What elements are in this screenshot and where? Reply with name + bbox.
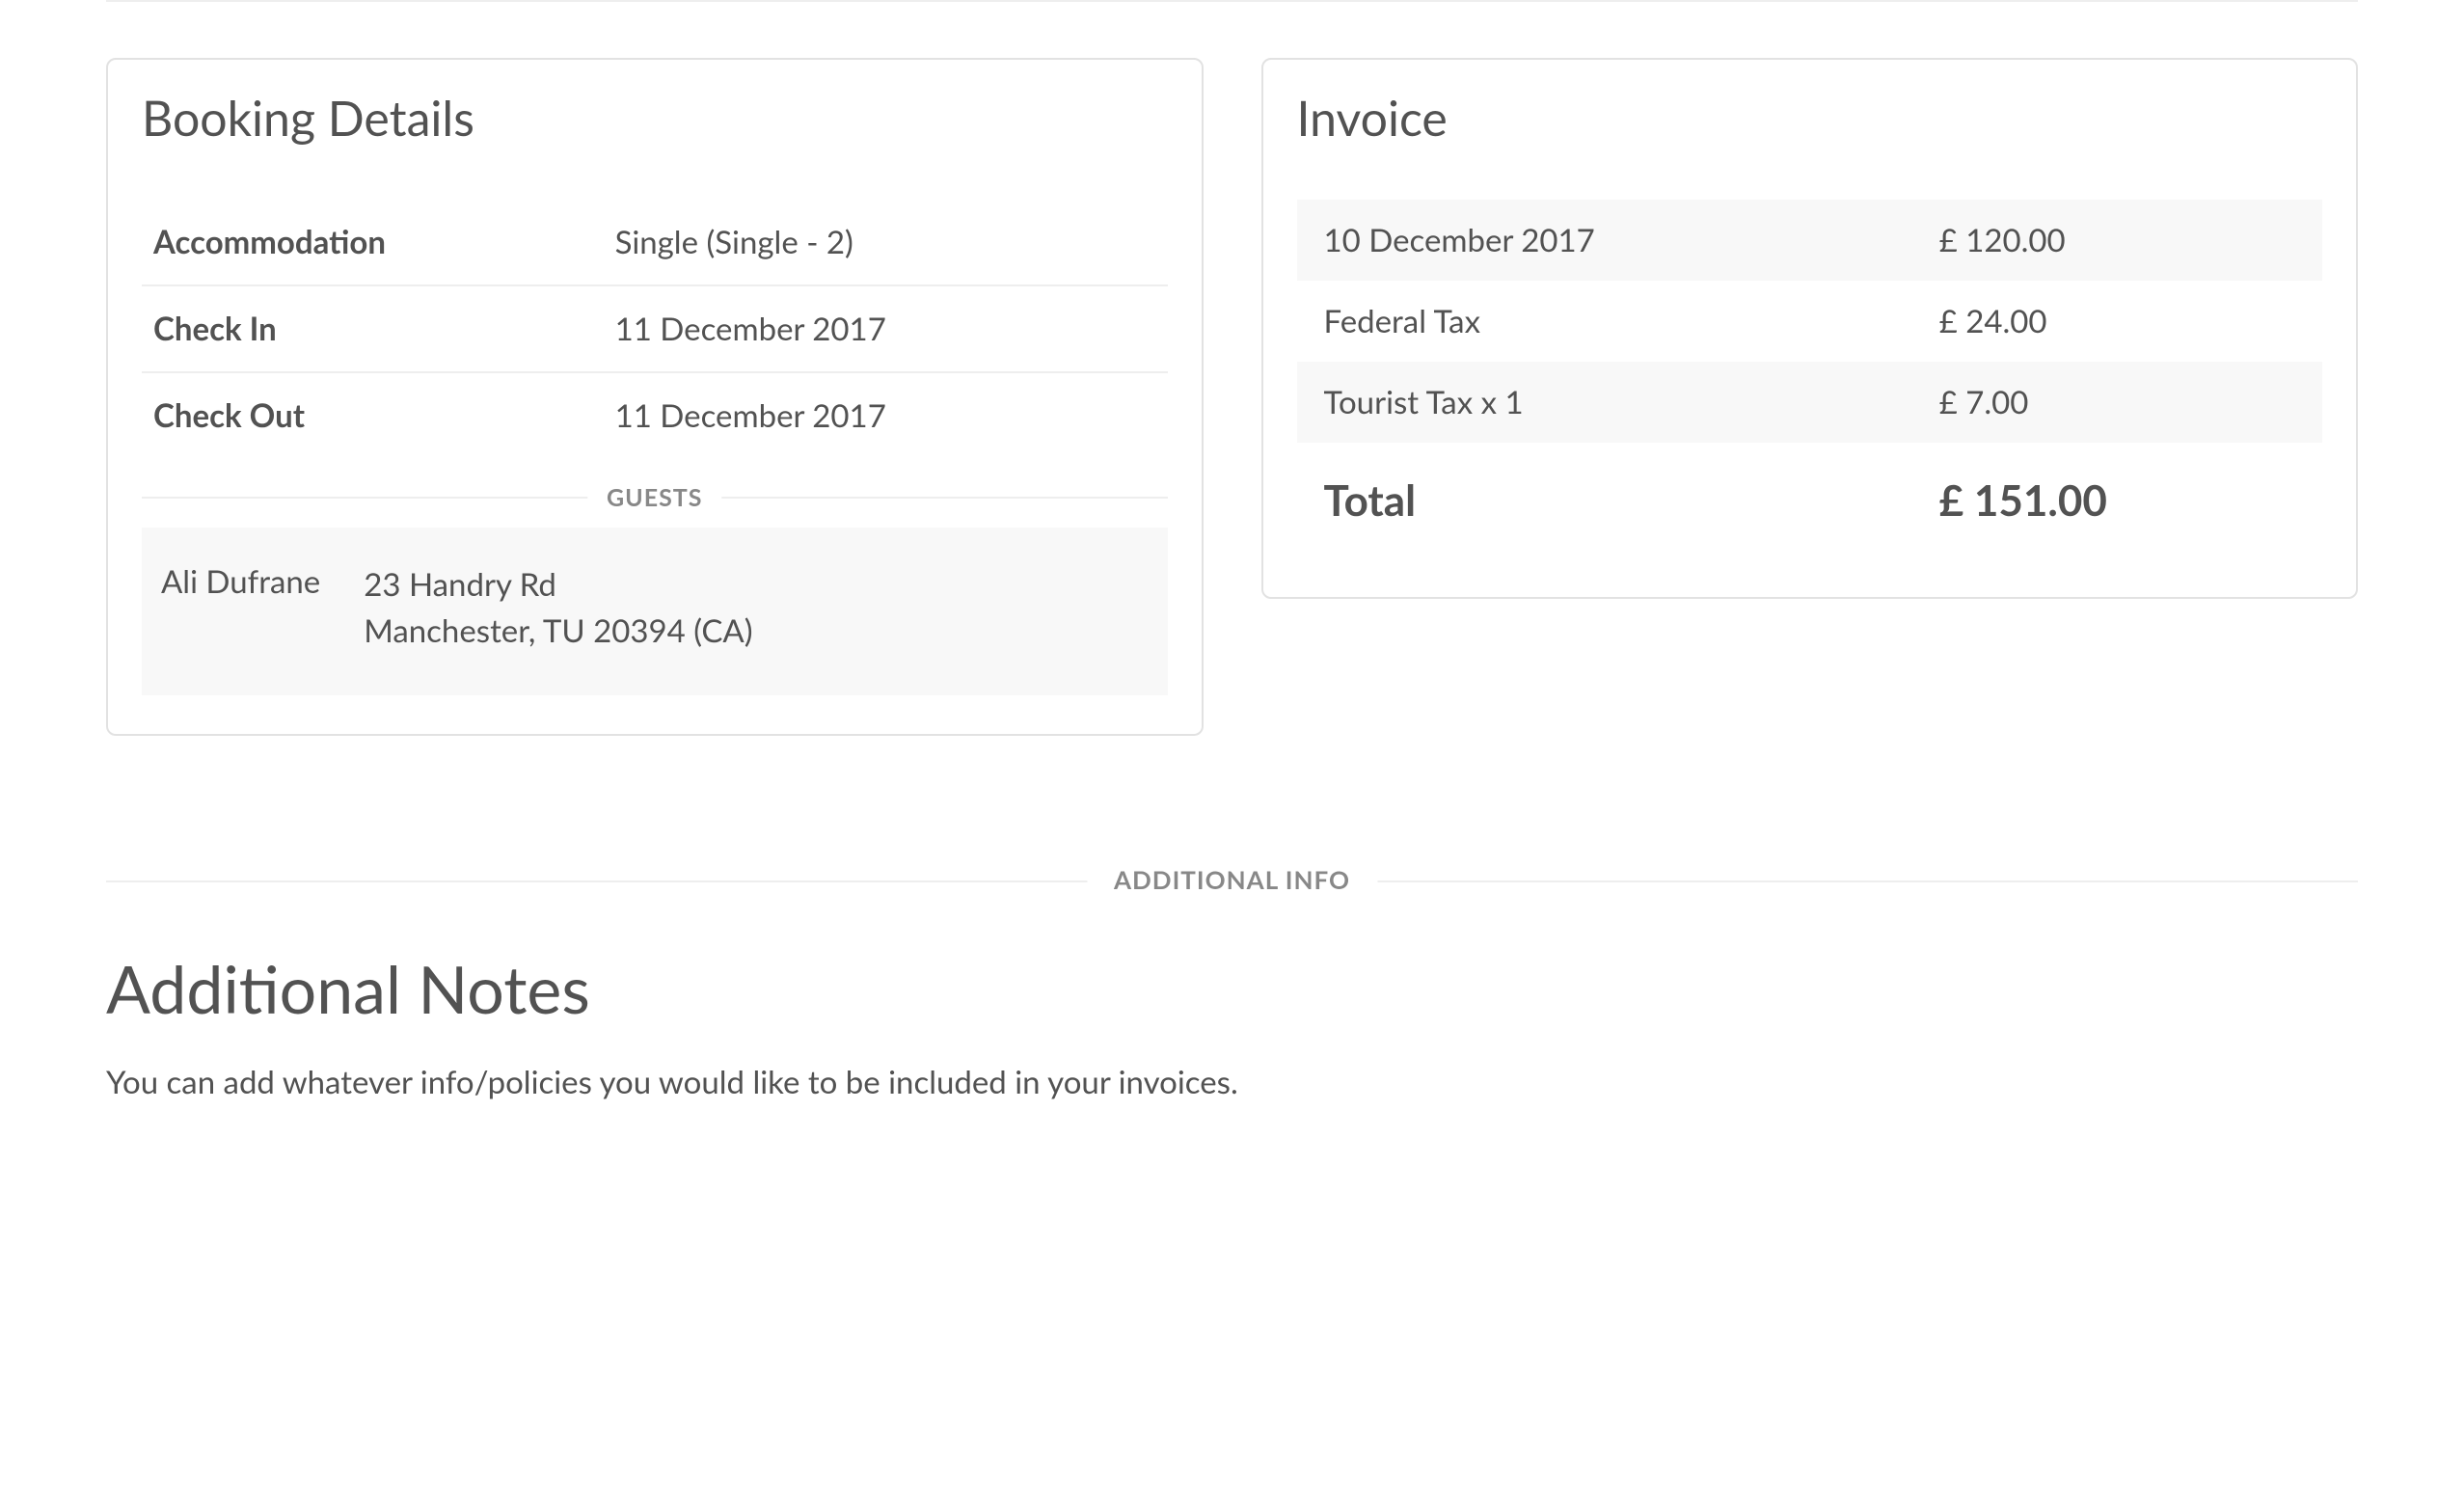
invoice-line-amount: £ 120.00 xyxy=(1912,200,2322,281)
invoice-total-amount: £ 151.00 xyxy=(1912,443,2322,558)
invoice-total-row: Total £ 151.00 xyxy=(1297,443,2323,558)
guest-address-line2: Manchester, TU 20394 (CA) xyxy=(364,609,752,655)
additional-info-divider: ADDITIONAL INFO xyxy=(106,880,2358,882)
invoice-line: Tourist Tax x 1 £ 7.00 xyxy=(1297,362,2323,443)
guests-divider: GUESTS xyxy=(142,497,1168,499)
invoice-line: 10 December 2017 £ 120.00 xyxy=(1297,200,2323,281)
invoice-line-label: Tourist Tax x 1 xyxy=(1297,362,1912,443)
additional-notes-body: You can add whatever info/policies you w… xyxy=(106,1063,2358,1101)
invoice-total-label: Total xyxy=(1297,443,1912,558)
invoice-title: Invoice xyxy=(1297,89,2323,147)
invoice-line-amount: £ 7.00 xyxy=(1912,362,2322,443)
invoice-line: Federal Tax £ 24.00 xyxy=(1297,281,2323,362)
guest-address-line1: 23 Handry Rd xyxy=(364,562,752,609)
detail-label: Check In xyxy=(142,285,604,372)
guest-address: 23 Handry Rd Manchester, TU 20394 (CA) xyxy=(364,562,752,655)
detail-value: 11 December 2017 xyxy=(604,285,1168,372)
booking-details-panel: Booking Details Accommodation Single (Si… xyxy=(106,58,1204,736)
top-divider xyxy=(106,0,2358,2)
guest-card: Ali Dufrane 23 Handry Rd Manchester, TU … xyxy=(142,528,1168,695)
booking-details-table: Accommodation Single (Single - 2) Check … xyxy=(142,200,1168,458)
invoice-line-label: Federal Tax xyxy=(1297,281,1912,362)
detail-value: Single (Single - 2) xyxy=(604,200,1168,285)
booking-details-title: Booking Details xyxy=(142,89,1168,147)
invoice-line-label: 10 December 2017 xyxy=(1297,200,1912,281)
guests-divider-label: GUESTS xyxy=(587,483,721,512)
invoice-table: 10 December 2017 £ 120.00 Federal Tax £ … xyxy=(1297,200,2323,558)
additional-info-divider-label: ADDITIONAL INFO xyxy=(1087,864,1377,895)
detail-label: Check Out xyxy=(142,372,604,458)
detail-row: Accommodation Single (Single - 2) xyxy=(142,200,1168,285)
detail-row: Check In 11 December 2017 xyxy=(142,285,1168,372)
invoice-panel: Invoice 10 December 2017 £ 120.00 Federa… xyxy=(1261,58,2359,599)
detail-label: Accommodation xyxy=(142,200,604,285)
detail-value: 11 December 2017 xyxy=(604,372,1168,458)
detail-row: Check Out 11 December 2017 xyxy=(142,372,1168,458)
additional-notes-title: Additional Notes xyxy=(106,950,2358,1028)
guest-name: Ali Dufrane xyxy=(161,562,320,655)
invoice-line-amount: £ 24.00 xyxy=(1912,281,2322,362)
